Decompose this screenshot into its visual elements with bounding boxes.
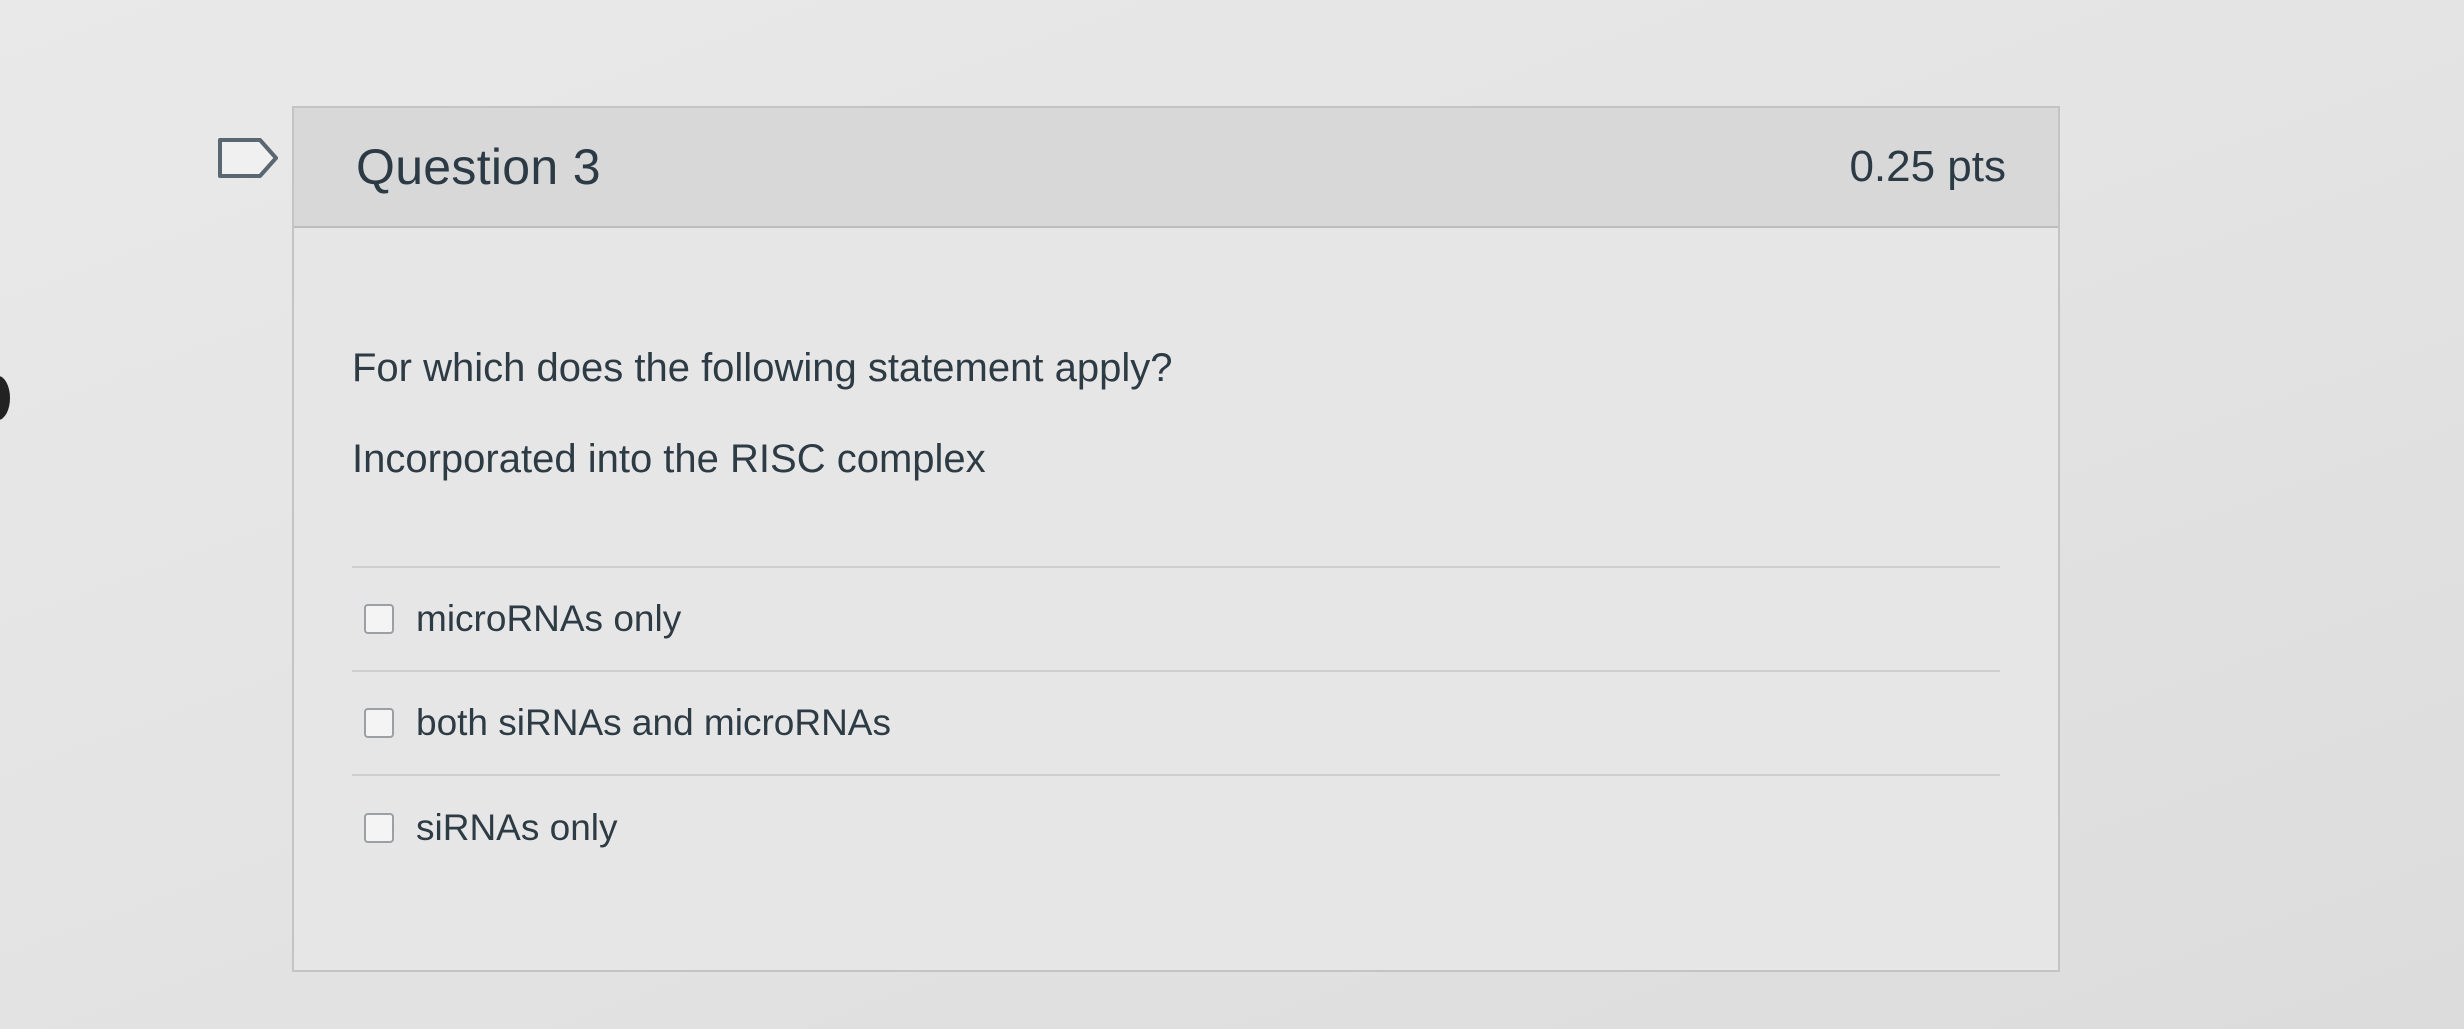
answer-checkbox[interactable] [364,708,394,738]
answer-list: microRNAs only both siRNAs and microRNAs… [352,566,2000,880]
side-edge-marker [0,376,10,420]
answer-label: siRNAs only [416,807,618,848]
question-prompt: For which does the following statement a… [352,346,1173,390]
answer-option-both[interactable]: both siRNAs and microRNAs [352,672,2000,776]
answer-checkbox[interactable] [364,813,394,843]
answer-option-microrna-only[interactable]: microRNAs only [352,568,2000,672]
answer-checkbox[interactable] [364,604,394,634]
question-header: Question 3 0.25 pts [294,108,2058,228]
answer-label: both siRNAs and microRNAs [416,702,891,743]
question-card: Question 3 0.25 pts For which does the f… [292,106,2060,972]
question-points: 0.25 pts [1849,142,2006,191]
answer-option-sirna-only[interactable]: siRNAs only [352,776,2000,880]
question-statement: Incorporated into the RISC complex [352,437,986,481]
question-body: For which does the following statement a… [294,346,2058,880]
question-title: Question 3 [356,139,601,195]
flag-question-icon[interactable] [216,136,280,180]
answer-label: microRNAs only [416,598,682,639]
